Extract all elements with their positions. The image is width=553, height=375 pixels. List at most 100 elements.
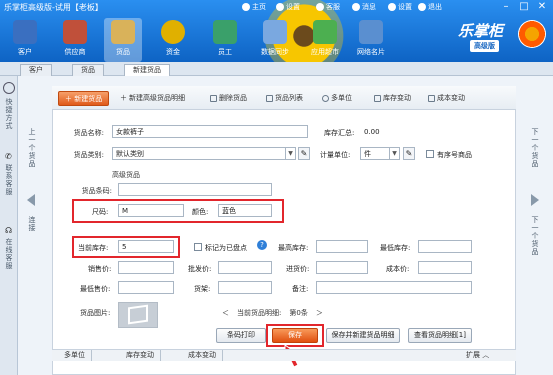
shop-icon (313, 20, 337, 44)
chevron-down-icon: ▼ (389, 148, 399, 159)
bottom-tab-stock-change[interactable]: 库存变动 (120, 350, 161, 361)
service-link[interactable]: 客服 (316, 2, 340, 12)
next-arrow-icon[interactable] (531, 194, 539, 206)
prev-goods-label[interactable]: 上一个货品 (27, 128, 37, 168)
multi-unit-button[interactable]: 多单位 (322, 93, 352, 103)
current-stock-input[interactable]: 5 (118, 240, 174, 253)
min-price-input[interactable] (118, 281, 174, 294)
sync-icon (263, 20, 287, 44)
tool-shop[interactable]: 应用超市 (306, 18, 344, 62)
brand-logo-icon (518, 20, 546, 48)
logout-link[interactable]: 退出 (418, 2, 442, 12)
tab-new-goods[interactable]: 新建货品 (124, 64, 170, 76)
barcode-print-button[interactable]: 条码打印 (216, 328, 266, 343)
tool-money[interactable]: 资金 (154, 18, 192, 62)
setting-link[interactable]: 设置 (276, 2, 300, 12)
stock-summary-label: 库存汇总: (324, 129, 355, 137)
tool-supplier[interactable]: 供应商 (56, 18, 94, 62)
next-detail-icon[interactable]: ＞ (316, 308, 323, 318)
cost-input[interactable] (418, 261, 472, 274)
wholesale-label: 批发价: (188, 265, 212, 273)
sidebar-contact[interactable]: 联系客服 (4, 164, 14, 196)
minimize-button[interactable]: – (497, 0, 515, 14)
cost-icon (428, 94, 435, 102)
message-link[interactable]: 消息 (352, 2, 376, 12)
purchase-input[interactable] (316, 261, 368, 274)
list-icon (266, 94, 273, 102)
bottom-tab-cost-change[interactable]: 成本变动 (182, 350, 223, 361)
edit-unit-button[interactable]: ✎ (403, 147, 415, 160)
edit-category-button[interactable]: ✎ (298, 147, 310, 160)
purchase-label: 进货价: (286, 265, 310, 273)
stock-icon (374, 94, 381, 102)
shelf-label: 货架: (194, 285, 211, 293)
sidebar-quick[interactable]: 快捷方式 (4, 98, 14, 130)
pencil-icon: ✎ (300, 149, 308, 158)
unit-select[interactable]: 件 ▼ (360, 147, 400, 160)
max-stock-label: 最高库存: (278, 244, 309, 252)
barcode-input[interactable] (118, 183, 272, 196)
view-detail-button[interactable]: 查看货品明细[1] (408, 328, 472, 343)
tool-sync[interactable]: 数据同步 (256, 18, 294, 62)
tool-customer[interactable]: 客户 (6, 18, 44, 62)
mark-counted-checkbox[interactable] (194, 243, 202, 251)
category-select[interactable]: 默认类别 ▼ (112, 147, 296, 160)
goods-name-label: 货品名称: (73, 129, 104, 137)
new-goods-button[interactable]: ＋ 新建货品 (58, 91, 110, 106)
size-input[interactable]: M (118, 204, 184, 217)
unit-icon (322, 94, 329, 102)
size-label: 尺码: (92, 208, 109, 216)
goods-name-input[interactable]: 女款裤子 (112, 125, 308, 138)
max-stock-input[interactable] (316, 240, 368, 253)
serial-label: 有序号商品 (437, 151, 472, 159)
expand-toggle[interactable]: 扩展 ︿ (466, 350, 489, 360)
refresh-icon[interactable] (3, 82, 15, 94)
current-stock-label: 当前库存: (78, 244, 109, 252)
min-price-label: 最低售价: (80, 285, 111, 293)
tool-staff[interactable]: 员工 (206, 18, 244, 62)
next-goods-label[interactable]: 下一个货品 (530, 128, 540, 168)
stock-change-button[interactable]: 库存变动 (374, 93, 411, 103)
connect-label: 连接 (28, 216, 36, 232)
close-button[interactable]: ✕ (533, 0, 551, 14)
sale-price-input[interactable] (118, 261, 174, 274)
tab-goods[interactable]: 货品 (72, 64, 104, 76)
tab-customer[interactable]: 客户 (20, 64, 52, 76)
bottom-tab-multi-unit[interactable]: 多单位 (58, 350, 92, 361)
supplier-icon (63, 20, 87, 44)
settings-icon (388, 3, 396, 11)
min-stock-input[interactable] (418, 240, 472, 253)
shelf-input[interactable] (218, 281, 272, 294)
sidebar-online[interactable]: 在线客服 (4, 238, 14, 270)
goods-list-button[interactable]: 货品列表 (266, 93, 303, 103)
pencil-icon: ✎ (405, 149, 413, 158)
help-icon[interactable]: ? (257, 240, 267, 250)
note-input[interactable] (316, 281, 472, 294)
cost-label: 成本价: (386, 265, 410, 273)
maximize-button[interactable]: □ (515, 0, 533, 14)
tool-goods[interactable]: 货品 (104, 18, 142, 62)
cost-change-button[interactable]: 成本变动 (428, 93, 465, 103)
customer-icon (13, 20, 37, 44)
category-label: 货品类别: (73, 151, 104, 159)
prev-detail-icon[interactable]: ＜ (222, 308, 229, 318)
color-input[interactable]: 蓝色 (218, 204, 272, 217)
save-new-button[interactable]: 保存并新建货品明细 (326, 328, 400, 343)
unit-label: 计量单位: (320, 151, 351, 159)
brand-logo-text: 乐掌柜 (458, 22, 504, 40)
save-button[interactable]: 保存 (272, 328, 318, 343)
prev-arrow-icon[interactable] (27, 194, 35, 206)
phone-icon: ✆ (5, 152, 12, 161)
wholesale-input[interactable] (218, 261, 272, 274)
next-extra-label: 下一个货品 (531, 216, 539, 256)
plus-icon: ＋ (120, 94, 127, 102)
home-link[interactable]: 主页 (242, 2, 266, 12)
delete-goods-button[interactable]: 删除货品 (210, 93, 247, 103)
config-link[interactable]: 设置 (388, 2, 412, 12)
serial-checkbox[interactable] (426, 150, 434, 158)
home-icon (242, 3, 250, 11)
detail-pager: ＜ 当前货品明细: 第0条 ＞ (222, 308, 323, 318)
tool-card[interactable]: 网络名片 (352, 18, 390, 62)
headset-icon: ☊ (5, 226, 13, 235)
new-advanced-button[interactable]: ＋新建高级货品明细 (120, 93, 185, 103)
